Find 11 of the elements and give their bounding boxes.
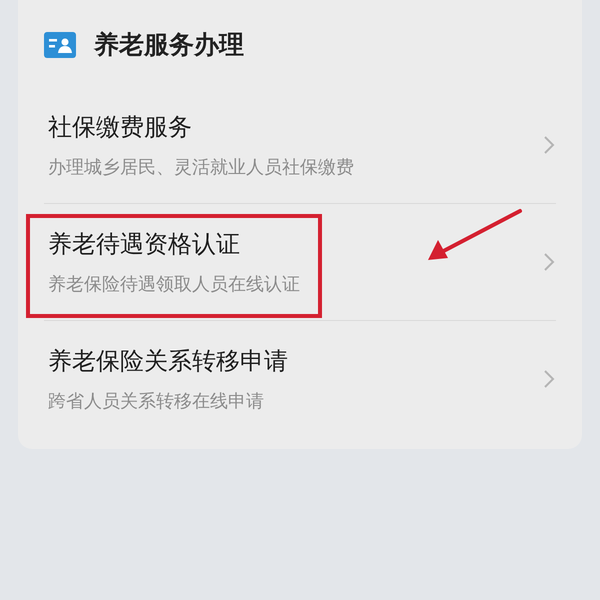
- chevron-right-icon[interactable]: [542, 134, 556, 156]
- service-title[interactable]: 养老待遇资格认证: [48, 228, 300, 260]
- service-description: 跨省人员关系转移在线申请: [48, 390, 265, 413]
- person-card-icon: [44, 32, 76, 58]
- service-title[interactable]: 养老保险关系转移申请: [48, 345, 288, 377]
- chevron-right-icon[interactable]: [542, 368, 556, 390]
- service-title[interactable]: 社保缴费服务: [48, 111, 354, 143]
- chevron-right-icon[interactable]: [542, 251, 556, 273]
- section-title: 养老服务办理: [94, 29, 244, 61]
- service-description: 养老保险待遇领取人员在线认证: [48, 273, 300, 296]
- service-description: 办理城乡居民、灵活就业人员社保缴费: [48, 156, 354, 179]
